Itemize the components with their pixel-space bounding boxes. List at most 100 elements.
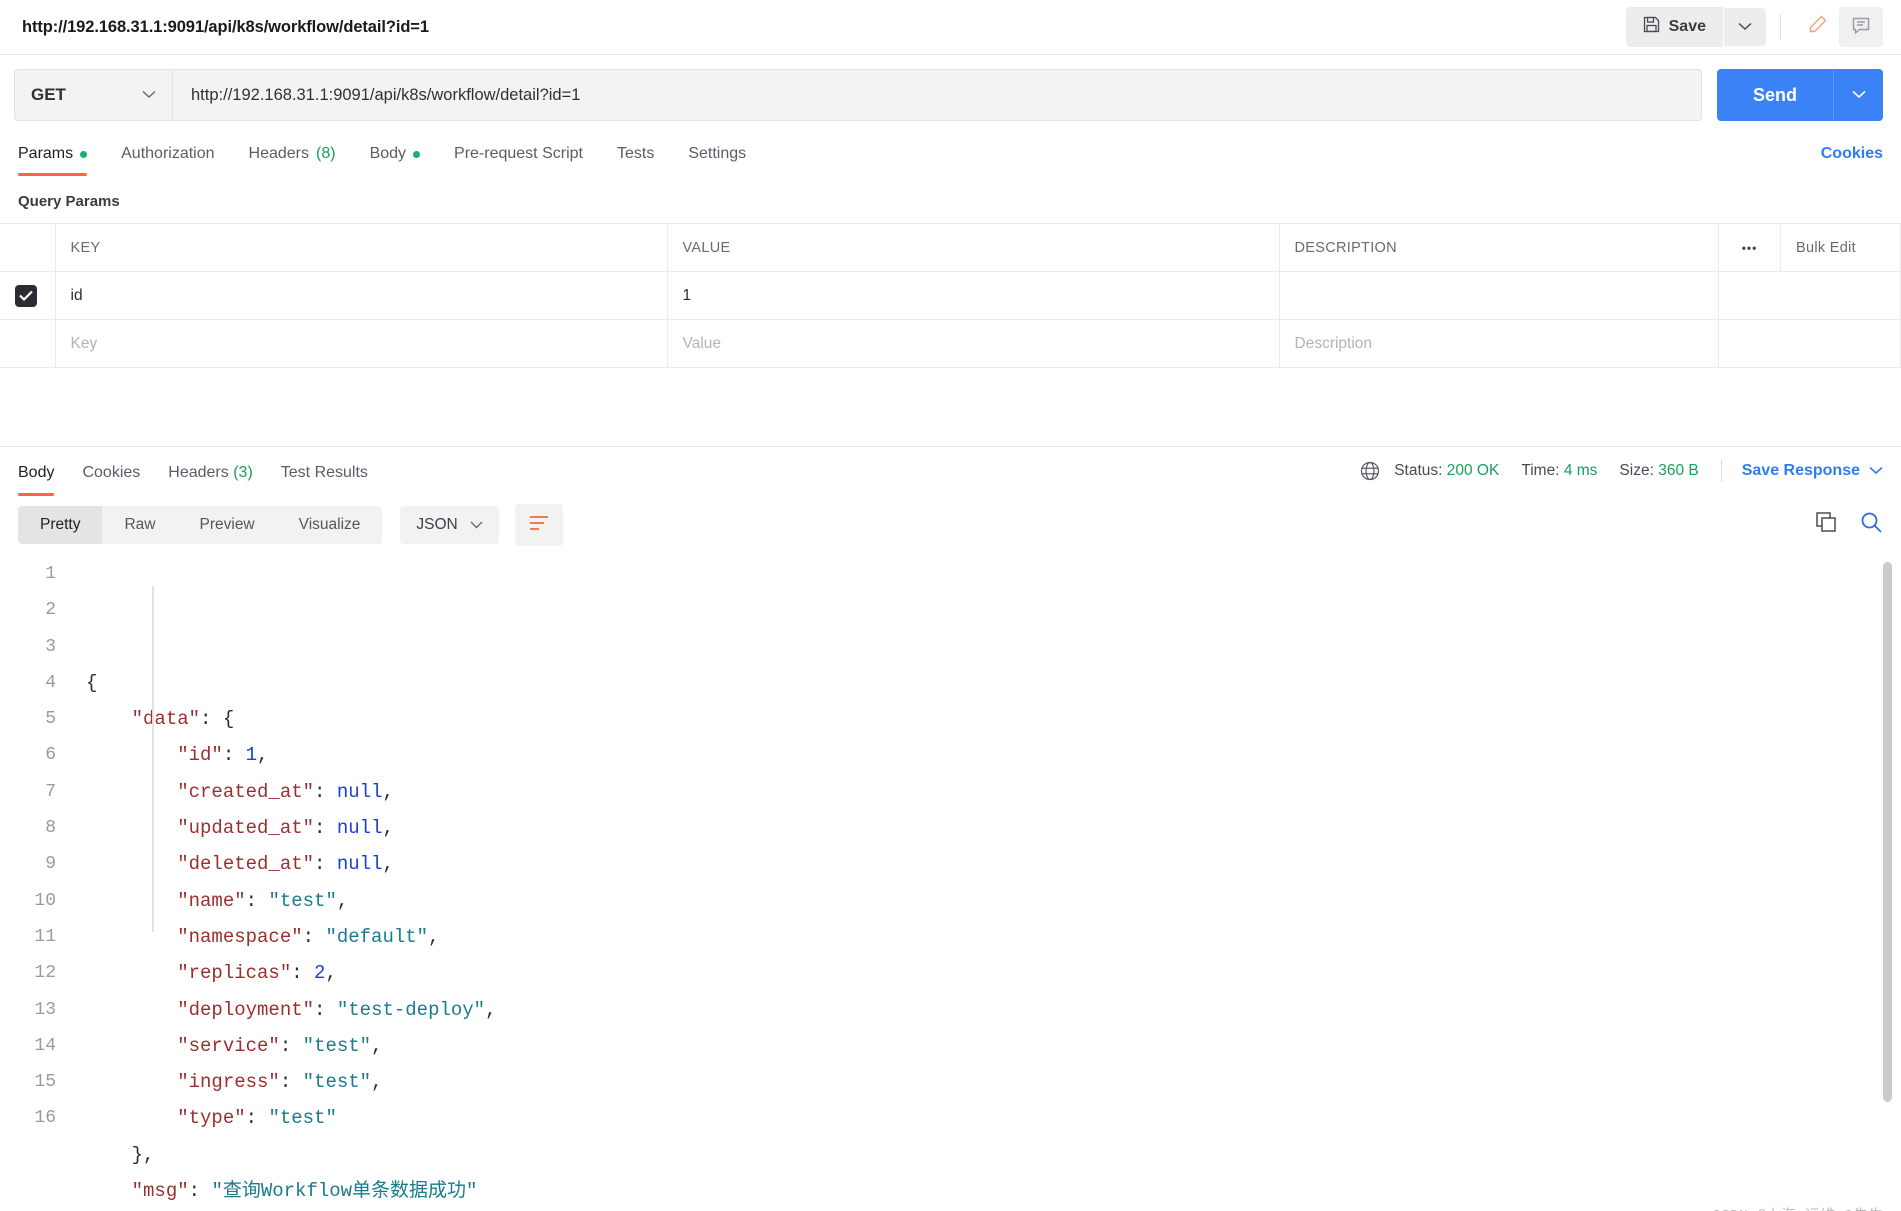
view-mode-pretty[interactable]: Pretty — [18, 506, 103, 544]
code-token: }, — [86, 1143, 155, 1166]
response-body-code[interactable]: { "data": { "id": 1, "created_at": null,… — [66, 556, 1901, 1211]
tab-params[interactable]: Params — [18, 135, 104, 176]
request-tabs: Params Authorization Headers (8) Body Pr… — [0, 135, 1901, 176]
tab-authorization[interactable]: Authorization — [104, 135, 231, 176]
code-line: "data": { — [86, 701, 1901, 737]
line-number: 16 — [34, 1108, 56, 1129]
code-token: "created_at" — [86, 780, 315, 803]
code-line: "deleted_at": null, — [86, 846, 1901, 882]
view-mode-segmented-control: Pretty Raw Preview Visualize — [18, 506, 383, 544]
code-token: : — [188, 1180, 212, 1203]
line-number: 11 — [34, 926, 56, 947]
code-token: "service" — [86, 1034, 280, 1057]
save-button[interactable]: Save — [1625, 7, 1723, 47]
code-token: "replicas" — [86, 962, 292, 985]
param-key-input[interactable]: id — [55, 271, 668, 320]
response-tabs: Body Cookies Headers (3) Test Results St… — [0, 447, 1901, 496]
header-description: DESCRIPTION — [1279, 223, 1719, 272]
param-description-input[interactable] — [1279, 271, 1719, 320]
params-more-button[interactable]: ••• — [1718, 223, 1781, 272]
code-token: "deleted_at" — [86, 853, 315, 876]
line-number: 10 — [34, 890, 56, 911]
line-number: 5 — [45, 709, 56, 730]
code-token: "updated_at" — [86, 817, 315, 840]
row-checkbox-cell — [0, 271, 56, 320]
code-token: : — [279, 1071, 303, 1094]
send-button[interactable]: Send — [1716, 69, 1833, 121]
code-line: "namespace": "default", — [86, 919, 1901, 955]
code-token: , — [382, 853, 394, 876]
code-token: "deployment" — [86, 998, 315, 1021]
line-number: 15 — [34, 1072, 56, 1093]
code-token: "test" — [302, 1034, 372, 1057]
code-token: null — [336, 780, 383, 803]
line-number: 7 — [45, 781, 56, 802]
response-scrollbar[interactable] — [1883, 562, 1892, 1102]
tab-body[interactable]: Body — [353, 135, 437, 176]
tab-headers-count: (8) — [316, 145, 336, 162]
view-mode-raw[interactable]: Raw — [102, 506, 177, 544]
code-token: , — [382, 817, 394, 840]
http-method-select[interactable]: GET — [14, 69, 172, 121]
line-number-gutter: 1 2 3 4 5 6 7 8 9 10 11 12 13 14 15 16 — [18, 556, 66, 1211]
tab-params-label: Params — [18, 145, 74, 162]
response-tab-headers[interactable]: Headers (3) — [154, 451, 267, 496]
search-icon[interactable] — [1860, 511, 1883, 539]
watermark: CSDN @上海_运维_Q先生 — [1712, 1199, 1883, 1211]
save-options-button[interactable] — [1724, 8, 1766, 46]
save-response-button[interactable]: Save Response — [1742, 462, 1883, 480]
edit-request-button[interactable] — [1795, 7, 1839, 47]
copy-response-button[interactable] — [1815, 511, 1838, 539]
tab-tests-label: Tests — [616, 145, 655, 162]
comment-icon — [1851, 15, 1871, 40]
empty-row-checkbox-cell — [0, 319, 56, 368]
tab-headers[interactable]: Headers (8) — [232, 135, 353, 176]
status-value: 200 OK — [1446, 462, 1500, 479]
response-format-select[interactable]: JSON — [400, 506, 499, 544]
new-param-value-input[interactable]: Value — [667, 319, 1280, 368]
code-token: : { — [200, 708, 235, 731]
globe-icon — [1359, 460, 1381, 482]
code-token: 1 — [245, 744, 258, 767]
word-wrap-toggle[interactable] — [514, 504, 563, 546]
code-token: "test" — [302, 1071, 372, 1094]
chevron-down-icon — [1869, 462, 1883, 480]
response-tab-headers-label: Headers — [168, 464, 229, 481]
new-param-description-input[interactable]: Description — [1279, 319, 1719, 368]
param-enabled-checkbox[interactable] — [15, 284, 37, 307]
row-spacer-cell-2 — [1780, 271, 1901, 320]
size-value: 360 B — [1658, 462, 1699, 479]
request-title: http://192.168.31.1:9091/api/k8s/workflo… — [22, 17, 429, 36]
response-view-actions — [1815, 511, 1883, 539]
send-options-button[interactable] — [1833, 69, 1883, 121]
tab-pre-request-script[interactable]: Pre-request Script — [437, 135, 600, 176]
response-body-viewer[interactable]: 1 2 3 4 5 6 7 8 9 10 11 12 13 14 15 16 { "data": { "id"… — [0, 556, 1901, 1211]
view-mode-preview[interactable]: Preview — [178, 506, 277, 544]
tab-headers-label: Headers — [248, 145, 309, 162]
line-number: 3 — [45, 636, 56, 657]
comments-button[interactable] — [1839, 7, 1883, 47]
url-input[interactable]: http://192.168.31.1:9091/api/k8s/workflo… — [172, 69, 1702, 121]
view-mode-visualize[interactable]: Visualize — [277, 506, 383, 544]
row-spacer-cell — [1718, 271, 1781, 320]
code-token: "test-deploy" — [336, 998, 486, 1021]
bulk-edit-button[interactable]: Bulk Edit — [1780, 223, 1901, 272]
code-token: : — [314, 998, 337, 1021]
header-checkbox-cell — [0, 223, 56, 272]
tab-tests[interactable]: Tests — [600, 135, 671, 176]
new-param-key-input[interactable]: Key — [55, 319, 668, 368]
table-row-empty: Key Value Description — [0, 319, 1901, 368]
query-params-table: KEY VALUE DESCRIPTION ••• Bulk Edit id 1… — [0, 223, 1901, 368]
tab-settings[interactable]: Settings — [671, 135, 763, 176]
cookies-link[interactable]: Cookies — [1821, 135, 1883, 176]
code-line: "deployment": "test-deploy", — [86, 992, 1901, 1028]
tab-pre-request-script-label: Pre-request Script — [454, 145, 583, 162]
code-line: "replicas": 2, — [86, 955, 1901, 991]
line-number: 13 — [34, 999, 56, 1020]
response-tab-body[interactable]: Body — [18, 451, 68, 496]
param-value-input[interactable]: 1 — [667, 271, 1280, 320]
response-tab-test-results[interactable]: Test Results — [267, 451, 382, 496]
response-format-label: JSON — [416, 516, 458, 533]
response-tab-cookies[interactable]: Cookies — [68, 451, 154, 496]
code-token: : — [279, 1034, 303, 1057]
